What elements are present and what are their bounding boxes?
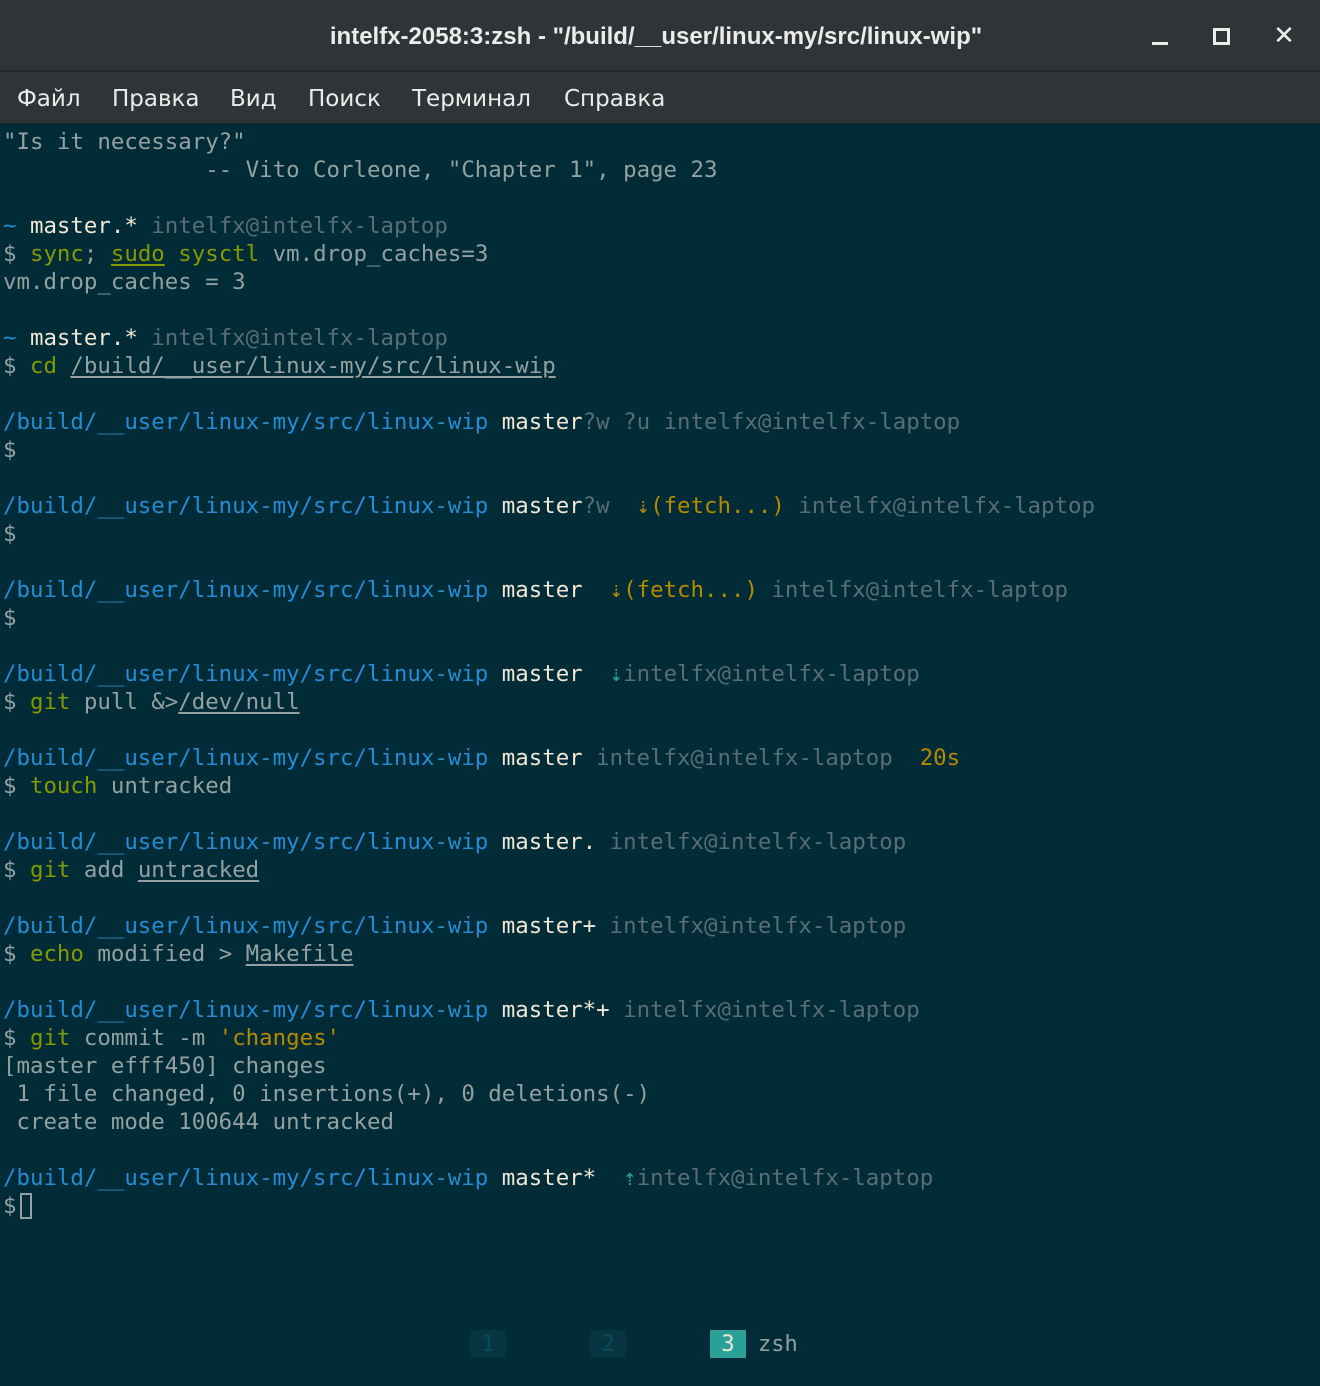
minimize-icon — [1152, 41, 1168, 45]
tab-3[interactable]: 3 zsh — [710, 1330, 798, 1358]
prompt-line: /build/__user/linux-my/src/linux-wip mas… — [3, 745, 961, 771]
command-line: $ git commit -m 'changes' — [3, 1025, 341, 1051]
prompt-line: /build/__user/linux-my/src/linux-wip mas… — [3, 997, 920, 1023]
menu-terminal[interactable]: Терминал — [412, 72, 531, 124]
title-bar[interactable]: intelfx-2058:3:zsh - "/build/__user/linu… — [0, 0, 1320, 72]
command-line[interactable]: $ — [3, 1192, 33, 1220]
prompt-line: ~ master.* intelfx@intelfx-laptop — [3, 212, 448, 240]
command-line: $ — [3, 605, 17, 631]
command-line: $ touch untracked — [3, 773, 233, 799]
prompt-path: ~ — [3, 213, 17, 239]
output-line: [master efff450] changes — [3, 1053, 327, 1079]
output-line: "Is it necessary?" — [3, 129, 246, 155]
prompt-line: /build/__user/linux-my/src/linux-wip mas… — [3, 661, 920, 687]
close-button[interactable]: ✕ — [1262, 14, 1306, 58]
window-title: intelfx-2058:3:zsh - "/build/__user/linu… — [329, 23, 983, 50]
menu-edit[interactable]: Правка — [112, 72, 200, 124]
output-line: create mode 100644 untracked — [3, 1109, 394, 1135]
maximize-icon — [1212, 27, 1230, 45]
terminal-area[interactable]: "Is it necessary?" -- Vito Corleone, "Ch… — [0, 124, 1320, 1386]
behind-arrow-icon: ⇣ — [609, 661, 624, 687]
maximize-button[interactable] — [1199, 14, 1243, 58]
prompt-user: intelfx@intelfx-laptop — [151, 213, 448, 239]
prompt-line: /build/__user/linux-my/src/linux-wip mas… — [3, 493, 1095, 519]
command-line: $ sync; sudo sysctl vm.drop_caches=3 — [3, 241, 489, 267]
prompt-line: /build/__user/linux-my/src/linux-wip mas… — [3, 1165, 934, 1191]
menu-view[interactable]: Вид — [230, 72, 277, 124]
prompt-line: /build/__user/linux-my/src/linux-wip mas… — [3, 577, 1068, 603]
terminal-window: intelfx-2058:3:zsh - "/build/__user/linu… — [0, 0, 1320, 1386]
command-line: $ — [3, 437, 17, 463]
close-icon: ✕ — [1273, 21, 1295, 51]
git-branch: master.* — [29, 213, 138, 239]
ahead-arrow-icon: ⇡ — [623, 1165, 637, 1191]
prompt-line: ~ master.* intelfx@intelfx-laptop — [3, 325, 448, 351]
tab-2[interactable]: 2 — [590, 1330, 626, 1358]
menu-help[interactable]: Справка — [564, 72, 665, 124]
command-line: $ — [3, 521, 17, 547]
output-line: 1 file changed, 0 insertions(+), 0 delet… — [3, 1081, 651, 1107]
text-cursor — [20, 1193, 33, 1219]
command-line: $ cd /build/__user/linux-my/src/linux-wi… — [3, 353, 556, 379]
output-line: -- Vito Corleone, "Chapter 1", page 23 — [3, 157, 718, 183]
minimize-button[interactable] — [1138, 14, 1182, 58]
command-line: $ git pull &>/dev/null — [3, 689, 300, 715]
menu-bar: Файл Правка Вид Поиск Терминал Справка — [0, 72, 1320, 124]
output-line: vm.drop_caches = 3 — [3, 269, 246, 295]
tab-1[interactable]: 1 — [470, 1330, 506, 1358]
menu-file[interactable]: Файл — [17, 72, 81, 124]
prompt-line: /build/__user/linux-my/src/linux-wip mas… — [3, 409, 961, 435]
command-line: $ git add untracked — [3, 857, 260, 883]
command-line: $ echo modified > Makefile — [3, 941, 354, 967]
prompt-line: /build/__user/linux-my/src/linux-wip mas… — [3, 829, 907, 855]
tab-name: zsh — [758, 1332, 798, 1357]
prompt-line: /build/__user/linux-my/src/linux-wip mas… — [3, 913, 907, 939]
menu-search[interactable]: Поиск — [308, 72, 381, 124]
